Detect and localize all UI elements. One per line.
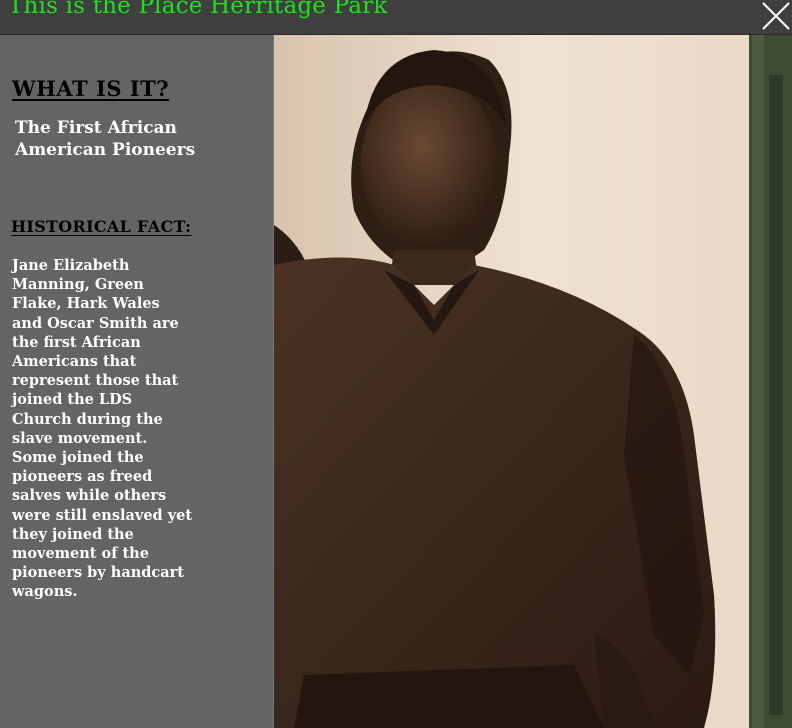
what-is-it-heading: WHAT IS IT? [12,76,170,101]
historical-fact-text: Jane Elizabeth Manning, Green Flake, Har… [12,257,193,601]
historical-fact-heading: HISTORICAL FACT: [11,217,192,236]
info-sidebar: WHAT IS IT? The First African American P… [0,35,274,728]
close-button[interactable] [758,0,792,33]
close-icon [762,2,790,30]
title-bar: This is the Place Herritage Park [0,0,792,35]
statue-photo [274,35,792,728]
window-title: This is the Place Herritage Park [8,0,388,19]
what-is-it-text: The First African American Pioneers [15,118,196,160]
bronze-statue-illustration [274,35,792,728]
